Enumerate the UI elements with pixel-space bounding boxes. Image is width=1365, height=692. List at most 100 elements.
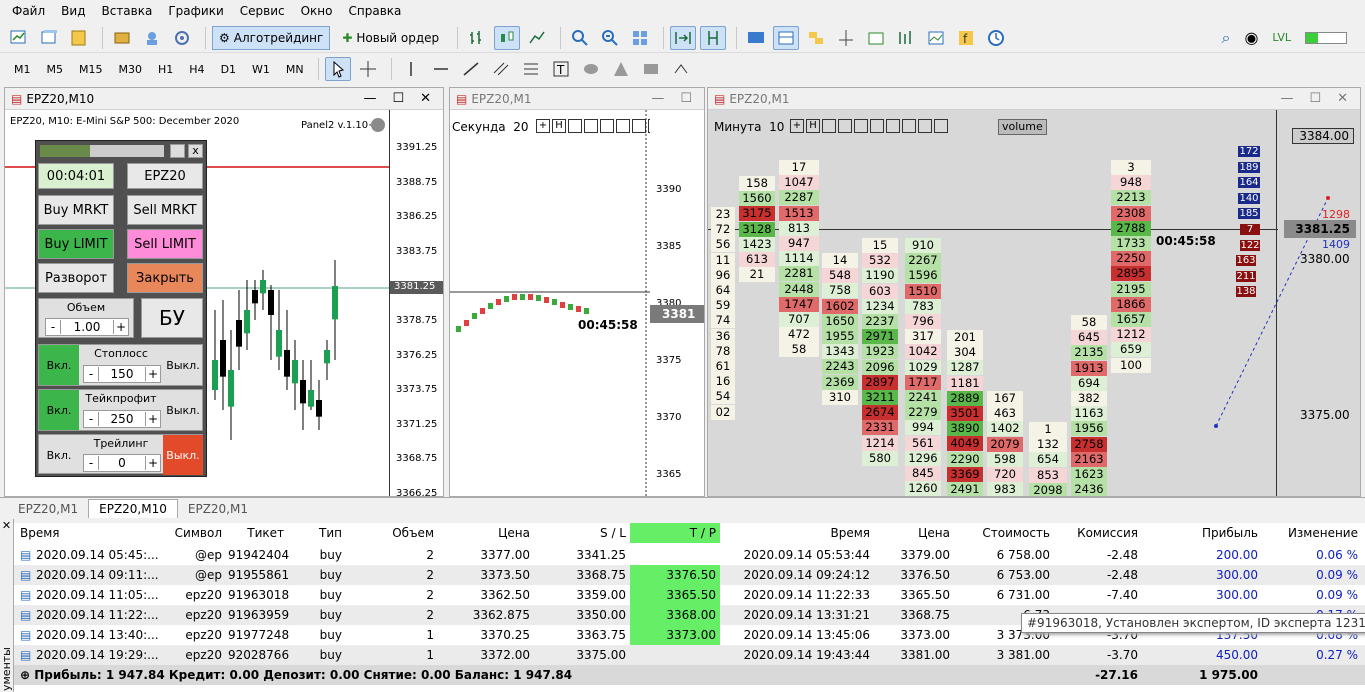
takeprofit-stepper[interactable]: -250 + xyxy=(83,410,161,428)
triangle-icon[interactable] xyxy=(608,57,634,81)
indicators-icon[interactable] xyxy=(893,26,919,50)
buy-limit-button[interactable]: Buy LIMIT xyxy=(38,229,114,259)
lvl-icon[interactable]: LVL xyxy=(1272,31,1291,44)
sell-limit-button[interactable]: Sell LIMIT xyxy=(127,229,203,259)
breakeven-button[interactable]: БУ xyxy=(141,298,203,338)
data-window-icon[interactable] xyxy=(66,26,92,50)
timeframe-m30[interactable]: M30 xyxy=(119,63,143,76)
signals-icon[interactable] xyxy=(169,26,195,50)
layout-icon[interactable] xyxy=(773,25,800,50)
minus-icon[interactable] xyxy=(822,119,836,133)
search-icon[interactable]: ⌕ xyxy=(1221,28,1230,48)
table-row[interactable]: ▤ 2020.09.14 09:11:... @ep 91955861 buy 2 3373… xyxy=(14,565,1365,585)
timeframe-w1[interactable]: W1 xyxy=(252,63,270,76)
minus-button[interactable]: - xyxy=(84,456,98,470)
table-header[interactable]: Время Символ Тикет Тип Объем Цена S / L T / P Вр… xyxy=(14,523,1365,543)
bar-icon[interactable] xyxy=(838,119,852,133)
c-icon[interactable] xyxy=(934,119,948,133)
ellipse-icon[interactable] xyxy=(578,57,604,81)
trailing-value[interactable]: 0 xyxy=(98,456,146,470)
volume-selector[interactable]: volume xyxy=(998,119,1047,135)
buy-market-button[interactable]: Buy MRKT xyxy=(38,195,114,225)
text-icon[interactable]: T xyxy=(548,57,574,81)
close-icon[interactable]: ✕ xyxy=(0,519,13,532)
objects-icon[interactable] xyxy=(803,26,829,50)
panel-minimize-button[interactable] xyxy=(170,144,185,158)
minus-button[interactable]: - xyxy=(84,367,98,381)
cursor-icon[interactable] xyxy=(324,57,351,81)
reverse-button[interactable]: Разворот xyxy=(38,263,114,293)
timeframe-d1[interactable]: D1 xyxy=(221,63,236,76)
stoploss-value[interactable]: 150 xyxy=(98,367,146,381)
fill-icon[interactable] xyxy=(870,119,884,133)
window-screen-icon[interactable] xyxy=(743,26,769,50)
period-icon[interactable] xyxy=(863,26,889,50)
menu-1[interactable]: Вид xyxy=(53,4,93,18)
rectangle-icon[interactable] xyxy=(638,57,664,81)
zoom-out-icon[interactable] xyxy=(597,26,623,50)
market-watch-icon[interactable] xyxy=(109,26,135,50)
channel-icon[interactable] xyxy=(488,57,514,81)
p-icon[interactable] xyxy=(902,119,916,133)
chart-shift-icon[interactable] xyxy=(700,25,727,50)
menu-3[interactable]: Графики xyxy=(160,4,231,18)
clock-icon[interactable] xyxy=(983,26,1009,50)
new-chart-icon[interactable] xyxy=(6,26,32,50)
chart-area[interactable]: Минута 10 + H volume 23 72 56 11 96 64 59 74 36 7… xyxy=(708,110,1360,496)
crosshair-line-icon[interactable] xyxy=(833,26,859,50)
fibo-icon[interactable] xyxy=(518,57,544,81)
trailing-stepper[interactable]: -0 + xyxy=(83,454,161,472)
timeframe-mn[interactable]: MN xyxy=(286,63,304,76)
close-icon[interactable]: ✕ xyxy=(1337,91,1348,106)
ph-icon[interactable] xyxy=(918,119,932,133)
maximize-icon[interactable]: ☐ xyxy=(680,91,692,106)
candle-chart-icon[interactable] xyxy=(494,25,521,50)
algo-trading-button[interactable]: ⚙ Алготрейдинг xyxy=(212,25,331,50)
stoploss-stepper[interactable]: -150 + xyxy=(83,365,161,383)
table-row[interactable]: ▤ 2020.09.14 19:29:... epz20 92028766 buy 1 33… xyxy=(14,645,1365,665)
takeprofit-on-button[interactable]: Вкл. xyxy=(39,390,79,430)
dot-icon[interactable] xyxy=(886,119,900,133)
menu-5[interactable]: Окно xyxy=(293,4,341,18)
profiles-icon[interactable] xyxy=(36,26,62,50)
zoom-in-icon[interactable] xyxy=(567,26,593,50)
vertical-line-icon[interactable] xyxy=(398,57,424,81)
table-row[interactable]: ▤ 2020.09.14 11:05:... epz20 91963018 buy 2 33… xyxy=(14,585,1365,605)
line-icon[interactable] xyxy=(854,119,868,133)
add-icon[interactable]: + xyxy=(790,119,804,133)
plus-button[interactable]: + xyxy=(146,456,160,470)
timeframe-m15[interactable]: M15 xyxy=(79,63,103,76)
crosshair-icon[interactable] xyxy=(355,57,381,81)
tile-windows-icon[interactable] xyxy=(627,26,653,50)
menu-4[interactable]: Сервис xyxy=(232,4,293,18)
h-icon[interactable]: H xyxy=(806,119,820,133)
plus-button[interactable]: + xyxy=(114,320,128,334)
stoploss-on-button[interactable]: Вкл. xyxy=(39,345,79,385)
volume-stepper[interactable]: -1.00 + xyxy=(45,318,129,336)
templates-icon[interactable] xyxy=(923,26,949,50)
chart-tab-1[interactable]: EPZ20,M10 xyxy=(88,499,178,518)
panel-close-button[interactable]: x xyxy=(188,144,203,158)
bar-chart-icon[interactable] xyxy=(464,26,490,50)
table-row[interactable]: ▤ 2020.09.14 05:45:... @ep 91942404 buy 2 3377… xyxy=(14,545,1365,565)
function-icon[interactable]: f xyxy=(953,26,979,50)
chart-area[interactable]: Секунда 20 + H 00:45:58 3390 3385 3380 3375… xyxy=(450,110,704,496)
menu-0[interactable]: Файл xyxy=(4,4,53,18)
navigator-icon[interactable] xyxy=(139,26,165,50)
volume-value[interactable]: 1.00 xyxy=(60,320,114,334)
timeframe-m1[interactable]: M1 xyxy=(14,63,31,76)
sell-market-button[interactable]: Sell MRKT xyxy=(127,195,203,225)
new-order-button[interactable]: ✚ Новый ордер xyxy=(336,26,445,50)
maximize-icon[interactable]: ☐ xyxy=(1309,91,1321,106)
minus-button[interactable]: - xyxy=(84,412,98,426)
minus-button[interactable]: - xyxy=(46,320,60,334)
chart-tab-0[interactable]: EPZ20,M1 xyxy=(8,500,88,518)
line-chart-icon[interactable] xyxy=(524,26,550,50)
minimize-icon[interactable]: — xyxy=(651,91,664,106)
chart-window-m1-footprint[interactable]: ▤ EPZ20,M1 — ☐ ✕ Минута 10 + H volume 23 72… xyxy=(707,87,1361,497)
minimize-icon[interactable]: — xyxy=(1280,91,1293,106)
chart-tab-2[interactable]: EPZ20,M1 xyxy=(178,500,258,518)
stoploss-off-button[interactable]: Выкл. xyxy=(163,345,203,385)
menu-2[interactable]: Вставка xyxy=(93,4,160,18)
autoscroll-icon[interactable] xyxy=(670,25,697,50)
